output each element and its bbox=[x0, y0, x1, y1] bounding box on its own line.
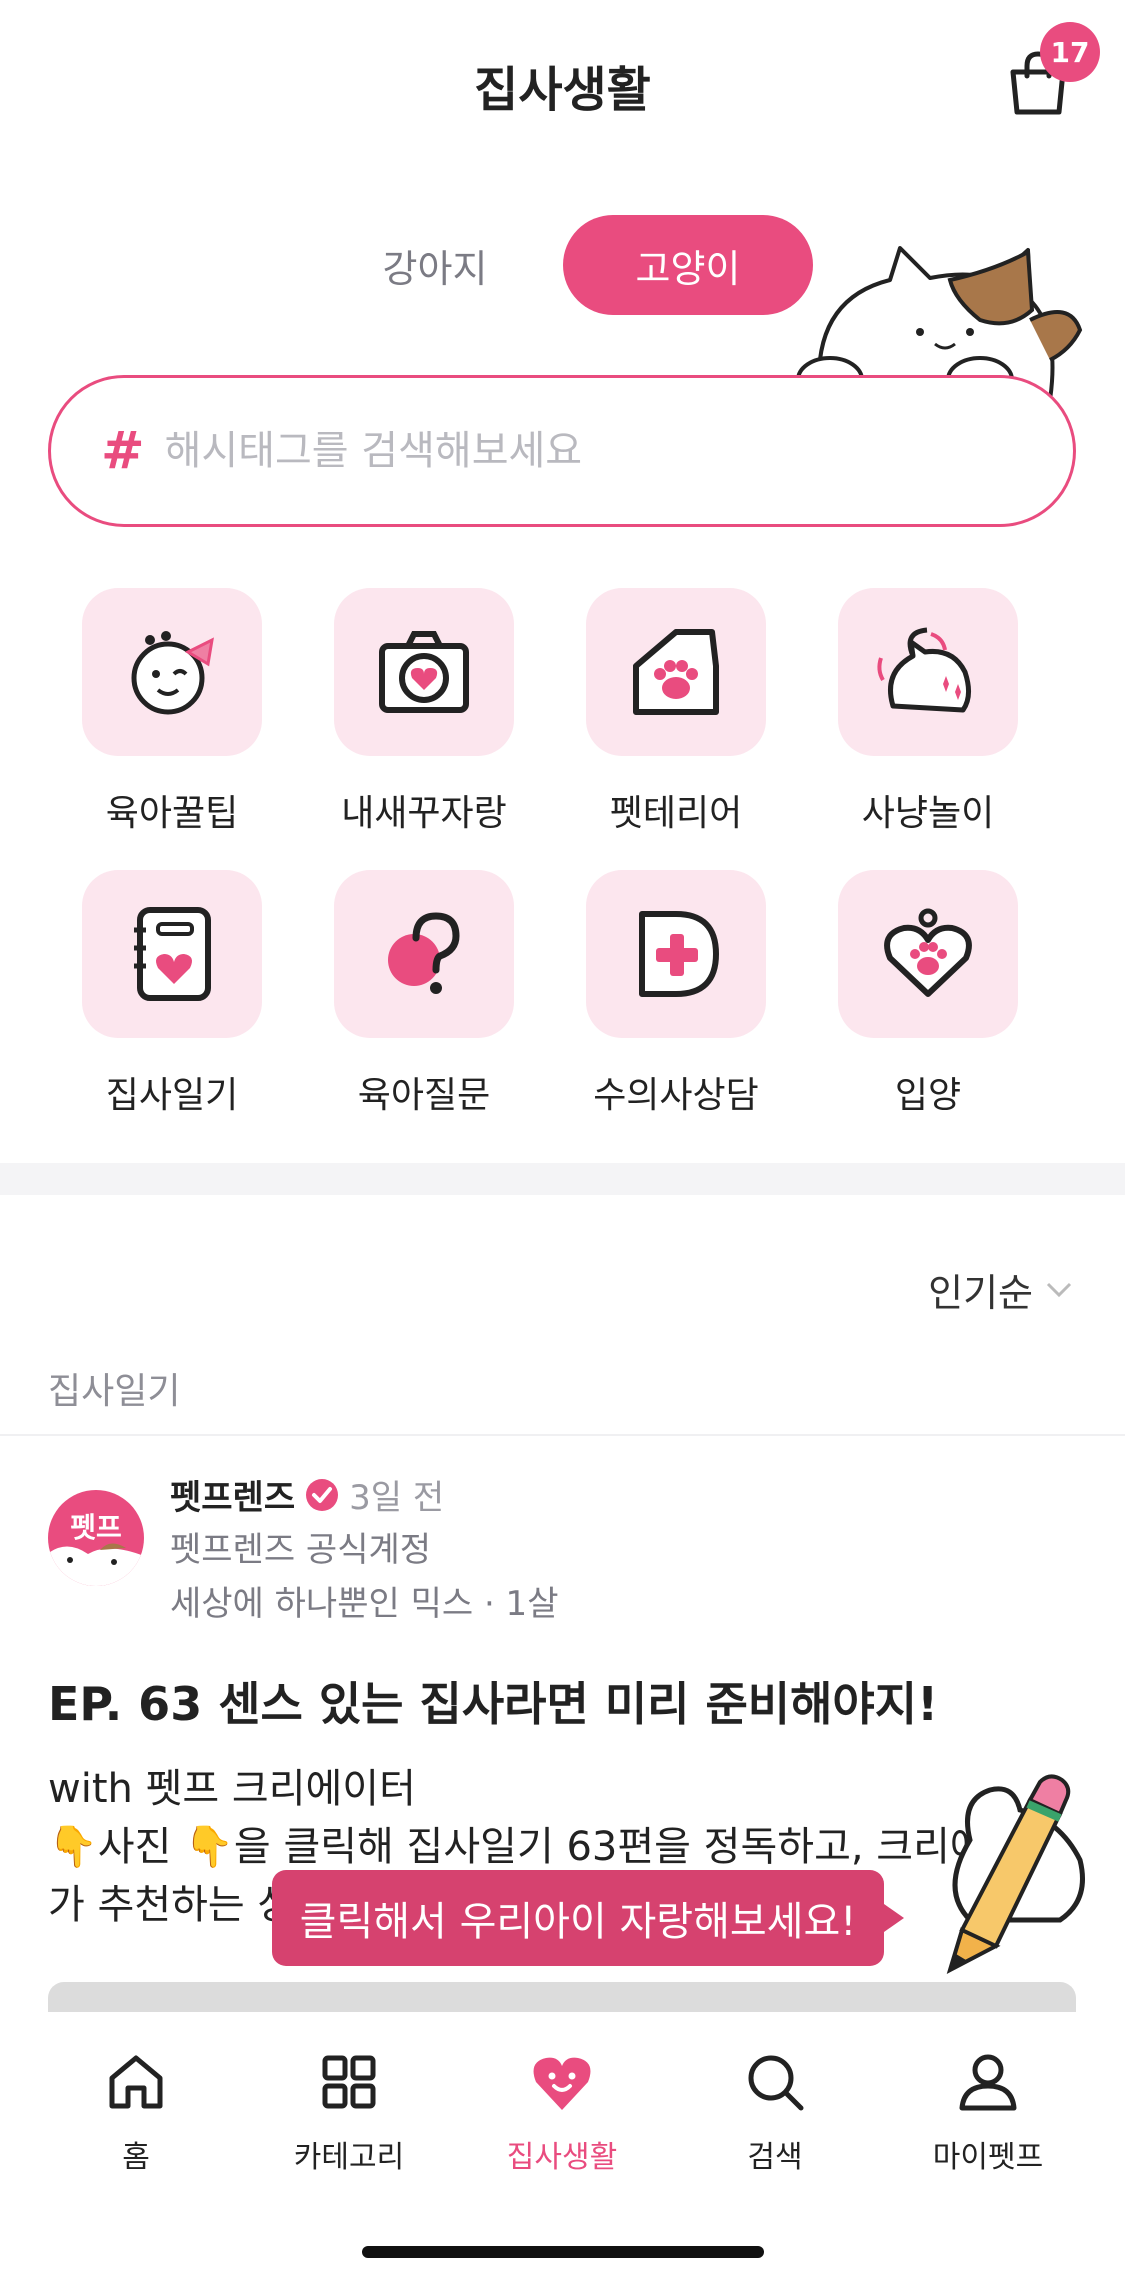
category-label: 수의사상담 bbox=[593, 1075, 759, 1116]
tab-home[interactable]: 홈 bbox=[36, 2050, 236, 2176]
home-indicator bbox=[362, 2246, 764, 2258]
category-label: 펫테리어 bbox=[609, 793, 743, 834]
cart-count-badge: 17 bbox=[1040, 22, 1100, 82]
feed-section-label: 집사일기 bbox=[48, 1371, 181, 1412]
author-subtitle: 펫프렌즈 공식계정 bbox=[170, 1530, 432, 1570]
tooltip-arrow bbox=[884, 1904, 904, 1932]
sort-dropdown[interactable]: 인기순 bbox=[928, 1262, 1073, 1317]
pet-info: 세상에 하나뿐인 믹스 · 1살 bbox=[170, 1584, 559, 1624]
heart-paw-tag-icon bbox=[884, 908, 972, 997]
category-label: 사냥놀이 bbox=[861, 793, 995, 834]
tab-label: 집사생활 bbox=[506, 2140, 618, 2175]
author-name: 펫프렌즈 bbox=[170, 1478, 296, 1518]
category-label: 육아꿀팁 bbox=[105, 793, 239, 834]
category-label: 육아질문 bbox=[357, 1075, 491, 1116]
tab-cat[interactable]: 고양이 bbox=[563, 215, 813, 315]
avatar[interactable]: 펫프 bbox=[48, 1490, 144, 1586]
category-label: 입양 bbox=[894, 1075, 962, 1116]
write-pencil-button[interactable] bbox=[910, 1770, 1090, 1980]
category-pet-interior[interactable]: 펫테리어 bbox=[566, 588, 786, 836]
home-icon bbox=[109, 2055, 163, 2109]
category-parenting-questions[interactable]: 육아질문 bbox=[314, 870, 534, 1118]
search-icon bbox=[748, 2055, 804, 2111]
tab-dog[interactable]: 강아지 bbox=[310, 215, 560, 315]
medical-cross-icon bbox=[639, 911, 719, 997]
verified-badge-icon bbox=[306, 1478, 339, 1511]
tab-label: 홈 bbox=[122, 2140, 150, 2175]
sort-label: 인기순 bbox=[928, 1271, 1033, 1315]
page-title: 집사생활 bbox=[474, 62, 651, 118]
header: 집사생활 17 bbox=[0, 0, 1125, 170]
post-author[interactable]: 펫프렌즈 3일 전 bbox=[170, 1470, 444, 1519]
chevron-down-icon bbox=[1046, 1282, 1072, 1297]
hashtag-icon: # bbox=[101, 421, 145, 481]
category-pet-showoff[interactable]: 내새꾸자랑 bbox=[314, 588, 534, 836]
camera-heart-icon bbox=[379, 631, 469, 713]
question-icon bbox=[388, 912, 460, 994]
category-hunting-play[interactable]: 사냥놀이 bbox=[818, 588, 1038, 836]
category-parenting-tips[interactable]: 육아꿀팁 bbox=[62, 588, 282, 836]
tab-my-petp[interactable]: 마이펫프 bbox=[888, 2050, 1088, 2176]
showoff-tooltip[interactable]: 클릭해서 우리아이 자랑해보세요! bbox=[272, 1870, 884, 1966]
house-paw-icon bbox=[633, 629, 719, 715]
section-divider bbox=[0, 1163, 1125, 1195]
category-adoption[interactable]: 입양 bbox=[818, 870, 1038, 1118]
search-input[interactable] bbox=[164, 428, 985, 474]
hashtag-search-bar[interactable]: # bbox=[48, 375, 1076, 527]
tab-pet-life[interactable]: 집사생활 bbox=[462, 2050, 662, 2176]
tab-label: 검색 bbox=[747, 2140, 803, 2175]
tab-label: 카테고리 bbox=[293, 2140, 405, 2175]
cat-face-bow-icon bbox=[131, 631, 214, 715]
bottom-tab-bar: 홈 카테고리 집사생활 검색 마이펫프 bbox=[0, 2012, 1125, 2270]
diary-heart-icon bbox=[134, 907, 211, 1001]
divider bbox=[0, 1434, 1125, 1436]
post-time: 3일 전 bbox=[349, 1478, 445, 1518]
category-label: 내새꾸자랑 bbox=[341, 793, 507, 834]
category-diary[interactable]: 집사일기 bbox=[62, 870, 282, 1118]
grid-icon bbox=[322, 2055, 376, 2109]
tab-label: 마이펫프 bbox=[932, 2140, 1044, 2175]
avatar-pets-illustration bbox=[50, 1543, 144, 1586]
playing-cat-icon bbox=[877, 627, 971, 713]
category-label: 집사일기 bbox=[105, 1075, 239, 1116]
post-title[interactable]: EP. 63 센스 있는 집사라면 미리 준비해야지! bbox=[48, 1668, 938, 1734]
tab-category[interactable]: 카테고리 bbox=[249, 2050, 449, 2176]
person-icon bbox=[959, 2054, 1017, 2111]
category-vet-consult[interactable]: 수의사상담 bbox=[566, 870, 786, 1118]
tab-search[interactable]: 검색 bbox=[675, 2050, 875, 2176]
heart-face-icon bbox=[533, 2057, 591, 2110]
